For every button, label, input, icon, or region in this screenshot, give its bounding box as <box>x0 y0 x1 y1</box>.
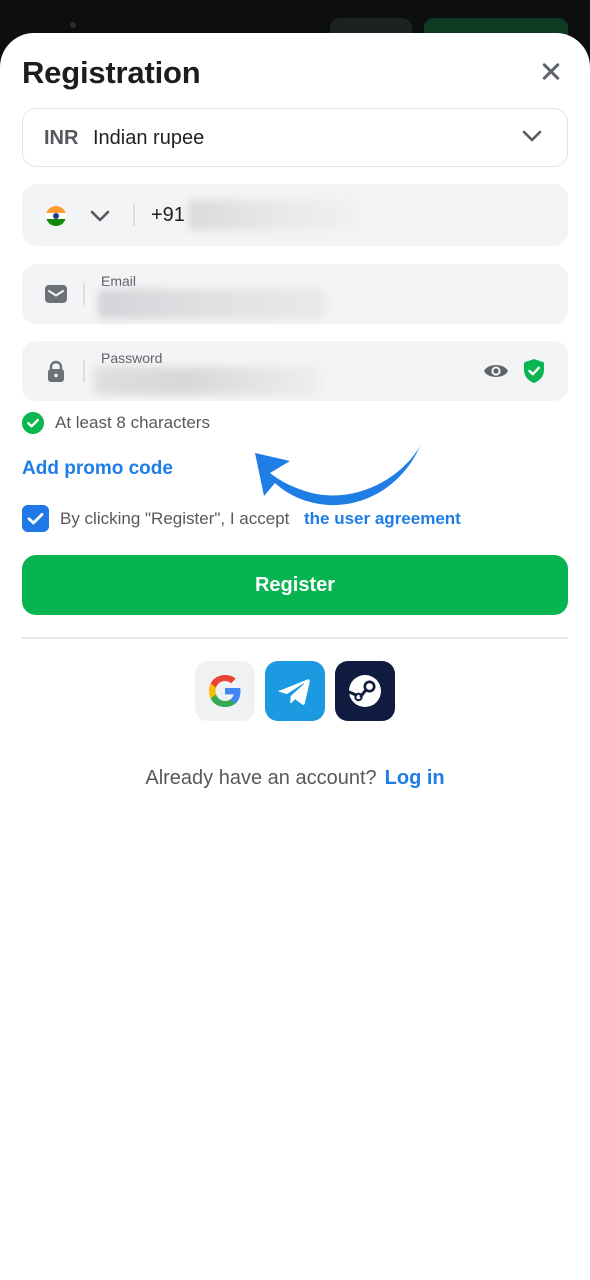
close-icon[interactable] <box>536 57 566 87</box>
shield-check-icon <box>524 359 544 383</box>
lock-icon <box>48 360 64 382</box>
login-question: Already have an account? <box>145 767 377 789</box>
login-prompt: Already have an account? Log in <box>0 767 590 790</box>
agreement-checkbox[interactable] <box>22 505 49 532</box>
steam-icon <box>347 675 381 707</box>
register-button-label: Register <box>254 574 336 596</box>
requirement-text: At least 8 characters <box>55 413 210 432</box>
registration-sheet: Registration INR Indian rupee +91 Email … <box>0 33 590 1280</box>
page-title: Registration <box>22 55 201 90</box>
divider <box>22 637 568 639</box>
email-label: Email <box>101 273 137 289</box>
envelope-icon <box>45 285 67 303</box>
separator <box>83 360 85 382</box>
email-value-redacted[interactable] <box>98 289 326 319</box>
steam-login-button[interactable] <box>335 661 395 721</box>
add-promo-code-link[interactable]: Add promo code <box>22 458 173 480</box>
country-code: +91 <box>151 204 185 226</box>
google-login-button[interactable] <box>195 661 255 721</box>
password-value-redacted[interactable] <box>94 367 320 395</box>
check-circle-icon <box>22 412 44 434</box>
google-icon <box>209 675 241 707</box>
separator <box>83 283 85 305</box>
india-flag-icon <box>46 206 66 226</box>
chevron-down-icon[interactable] <box>88 204 112 228</box>
eye-icon[interactable] <box>483 359 509 383</box>
register-button[interactable]: Register <box>22 555 568 615</box>
password-label: Password <box>101 350 163 366</box>
phone-number-redacted[interactable] <box>188 200 360 230</box>
separator <box>133 204 135 226</box>
telegram-icon <box>278 679 310 705</box>
currency-name: Indian rupee <box>93 127 205 149</box>
chevron-down-icon <box>522 130 542 142</box>
password-field[interactable]: Password <box>22 341 568 401</box>
currency-select[interactable]: INR Indian rupee <box>22 108 568 167</box>
telegram-login-button[interactable] <box>265 661 325 721</box>
background-logo <box>70 22 76 28</box>
log-in-link[interactable]: Log in <box>385 767 445 789</box>
email-field[interactable]: Email <box>22 264 568 324</box>
pointer-arrow-annotation <box>255 446 420 506</box>
currency-code: INR <box>44 127 79 149</box>
phone-field[interactable]: +91 <box>22 184 568 246</box>
